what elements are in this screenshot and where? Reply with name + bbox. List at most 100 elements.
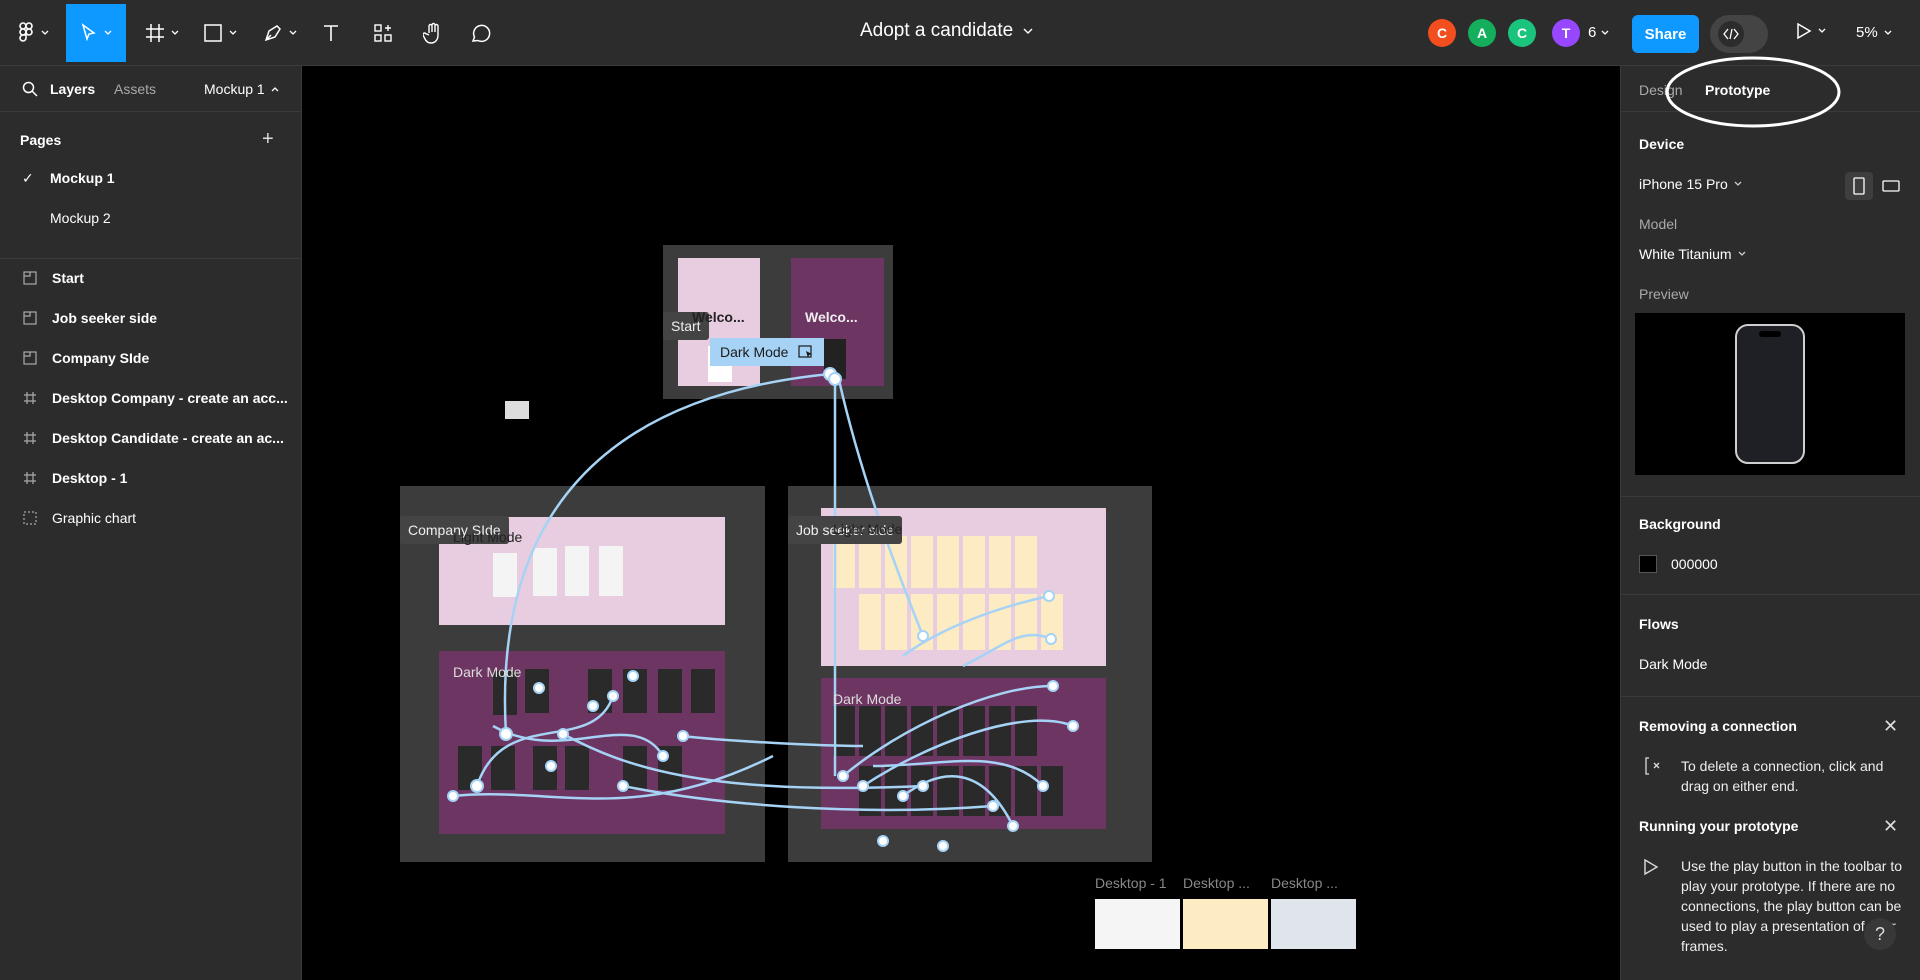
comment-tool-button[interactable] <box>468 4 494 62</box>
background-heading: Background <box>1639 516 1721 532</box>
flow-item[interactable]: Dark Mode <box>1639 656 1707 672</box>
frame-tool-button[interactable] <box>140 4 184 62</box>
share-label: Share <box>1644 25 1687 43</box>
job-seeker-dark-mode-label: Dark Mode <box>833 691 902 707</box>
pen-icon <box>264 25 281 42</box>
left-panel-tabs: Layers Assets Mockup 1 <box>0 66 301 112</box>
tab-assets[interactable]: Assets <box>114 81 156 97</box>
tab-layers[interactable]: Layers <box>50 81 95 97</box>
flow-tag-label: Dark Mode <box>720 344 789 360</box>
pen-tool-button[interactable] <box>258 4 302 62</box>
chevron-down-icon <box>229 30 237 35</box>
add-page-icon[interactable]: + <box>262 128 274 151</box>
thumbnail-label: Desktop ... <box>1271 875 1338 891</box>
model-select[interactable]: White Titanium <box>1639 246 1746 262</box>
section-icon <box>22 310 38 326</box>
check-icon: ✓ <box>22 170 34 186</box>
hand-tool-button[interactable] <box>420 4 446 62</box>
layer-item[interactable]: Desktop - 1 <box>22 470 297 486</box>
chevron-down-icon <box>171 30 179 35</box>
avatar[interactable]: A <box>1468 19 1496 47</box>
document-title-text: Adopt a candidate <box>860 20 1014 41</box>
landscape-icon <box>1882 180 1900 192</box>
background-hex[interactable]: 000000 <box>1671 556 1718 572</box>
job-seeker-light-mode-label: Light Mode <box>833 521 903 537</box>
company-dark-mode-label: Dark Mode <box>453 664 522 680</box>
properties-panel: Design Prototype Device iPhone 15 Pro Mo… <box>1620 56 1920 980</box>
resources-tool-button[interactable] <box>370 4 396 62</box>
landscape-button[interactable] <box>1877 172 1905 200</box>
tiny-frame[interactable] <box>505 401 529 419</box>
pages-heading: Pages <box>20 132 62 148</box>
close-icon[interactable]: ✕ <box>1883 816 1898 837</box>
avatar[interactable]: T <box>1552 19 1580 47</box>
layer-item[interactable]: Company SIde <box>22 350 297 366</box>
frame-icon <box>22 390 38 406</box>
resources-icon <box>374 24 392 42</box>
dev-mode-toggle[interactable] <box>1710 15 1768 53</box>
move-tool-button[interactable] <box>66 4 126 62</box>
layer-item[interactable]: Desktop Company - create an acc... <box>22 390 297 406</box>
portrait-button[interactable] <box>1845 172 1873 200</box>
welcome-frame-dark-title: Welco... <box>805 309 858 325</box>
thumbnail-label: Desktop ... <box>1183 875 1250 891</box>
page-item-mockup-2[interactable]: Mockup 2 <box>50 210 111 226</box>
chevron-down-icon <box>1023 28 1033 34</box>
divider <box>1621 594 1920 595</box>
document-title[interactable]: Adopt a candidate <box>860 20 1033 42</box>
help-label: ? <box>1874 923 1885 944</box>
layer-item[interactable]: Job seeker side <box>22 310 297 326</box>
cursor-icon <box>81 23 96 42</box>
presence-count[interactable]: 6 <box>1588 24 1609 41</box>
chevron-down-icon <box>104 30 112 35</box>
text-tool-button[interactable] <box>318 4 344 62</box>
model-label: Model <box>1639 216 1678 232</box>
avatar-letter: A <box>1476 25 1488 41</box>
frame-icon <box>146 24 164 42</box>
figma-logo-icon <box>19 22 33 42</box>
device-select[interactable]: iPhone 15 Pro <box>1639 176 1742 192</box>
zoom-control[interactable]: 5% <box>1856 24 1892 41</box>
main-menu-button[interactable] <box>10 4 58 62</box>
layer-label: Desktop - 1 <box>52 470 128 486</box>
chevron-down-icon <box>289 30 297 35</box>
avatar-letter: T <box>1561 25 1571 41</box>
canvas[interactable]: Start Company SIde Job seeker side Welco… <box>303 66 1619 980</box>
play-icon <box>1797 22 1812 40</box>
thumbnail-frame[interactable] <box>1095 899 1180 949</box>
comment-icon <box>471 24 491 43</box>
layer-item[interactable]: Start <box>22 270 297 286</box>
layer-label: Graphic chart <box>52 510 137 526</box>
layer-item[interactable]: Graphic chart <box>22 510 297 526</box>
page-item-mockup-1[interactable]: Mockup 1 <box>50 170 115 186</box>
layer-label: Start <box>52 270 84 286</box>
code-icon <box>1723 28 1739 40</box>
phone-preview-icon <box>1735 324 1805 464</box>
present-button[interactable] <box>1796 22 1826 40</box>
layer-item[interactable]: Desktop Candidate - create an ac... <box>22 430 297 446</box>
shape-tool-button[interactable] <box>198 4 242 62</box>
thumbnail-frame[interactable] <box>1271 899 1356 949</box>
avatar[interactable]: C <box>1428 19 1456 47</box>
chevron-down-icon <box>1734 181 1742 186</box>
thumbnail-frame[interactable] <box>1183 899 1268 949</box>
zoom-value: 5% <box>1856 24 1878 41</box>
page-switcher[interactable]: Mockup 1 <box>204 81 279 97</box>
model-value: White Titanium <box>1639 246 1732 262</box>
flow-starting-point-tag[interactable]: Dark Mode <box>710 338 825 366</box>
help-button[interactable]: ? <box>1864 918 1896 950</box>
preview-label: Preview <box>1639 286 1689 302</box>
close-icon[interactable]: ✕ <box>1883 716 1898 737</box>
divider <box>1621 496 1920 497</box>
share-button[interactable]: Share <box>1632 15 1699 53</box>
company-light-mode-label: Light Mode <box>453 529 523 545</box>
avatar[interactable]: C <box>1508 19 1536 47</box>
group-icon <box>22 510 38 526</box>
dev-mode-knob <box>1718 21 1744 47</box>
play-icon <box>1643 858 1659 881</box>
hand-icon <box>423 22 439 44</box>
background-swatch[interactable] <box>1639 555 1657 573</box>
divider <box>0 258 302 259</box>
frame-icon <box>22 430 38 446</box>
search-icon[interactable] <box>22 81 38 97</box>
